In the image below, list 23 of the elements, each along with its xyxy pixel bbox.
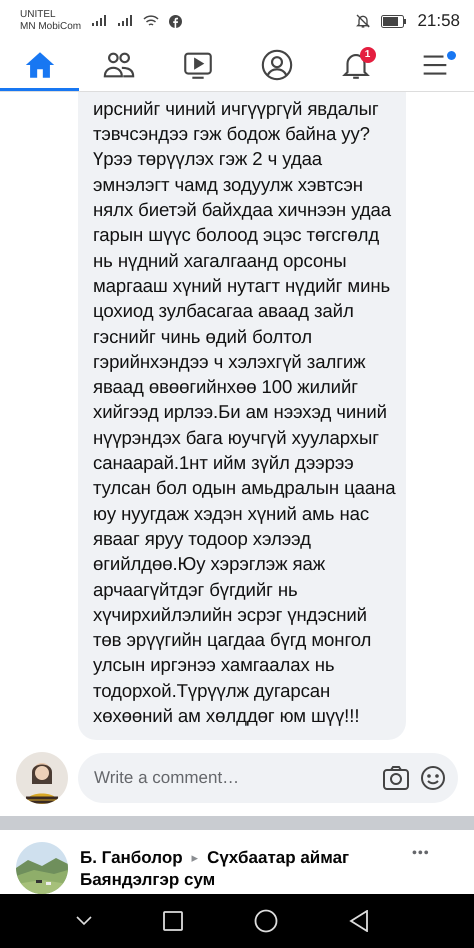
smiley-icon[interactable]	[420, 765, 446, 792]
carrier-name: MN MobiCom	[20, 21, 82, 34]
facebook-icon	[169, 14, 182, 28]
battery-icon	[381, 14, 408, 28]
wifi-icon	[143, 15, 160, 28]
signal-icon	[91, 15, 108, 28]
circle-icon[interactable]	[254, 908, 278, 933]
triangle-icon[interactable]	[348, 910, 368, 932]
clock-time: 21:58	[417, 11, 460, 32]
chevron-down-icon[interactable]	[76, 916, 92, 926]
carrier-name: UNITEL	[20, 9, 57, 22]
signal-icon	[117, 15, 134, 28]
notification-badge: 1	[360, 46, 376, 63]
bell-off-icon	[355, 13, 372, 30]
comment-text: ирснийг чиний ичгүүргүй явдалыг тэвчсэндээ гэж бодож байна уу? Үрээ төрүүлэх гэж 2 ч удаа эмнэлэгт чамд зодуулж хэвтсэн нялх биетэй байхдаа хичнээн удаа гарын шүүс болоод эцэс төгсгөлд нь нүдний хагалгаанд орсоны маргааш хүний нутагт нүдийг минь цохиод зулбасагаа аваад зайл гэснийг чинь өдий болтол гэрийнхэндээ ч хэлэхгүй залгиж яваад өвөөгийнхөө 100 жилийг хийгээд ирлээ.Би ам нээхэд чиний нүүрэндэх бага юучгүй хуулархыг санаарай.1нт ийм зүйл дээрээ тулсан бол одын амьдралын цаана юу нуугдаж хэдэн хүний амь нас явааг яруу тодоор хэлээд өгийлдөө.Юу хэрэглэж яаж арчаагүйтдэг бүгдийг нь хүчирхийлэлийн эсрэг үндэсний төв эрүүгийн цагдаа бүгд монгол улсын иргэнээ хамгаалах нь тодорхой.Түрүүлж дугарсан хөхөөний ам хөлддөг юм шүү!!!	[93, 96, 396, 728]
comment-bar[interactable]: Write a comment…	[78, 753, 458, 804]
post-heading[interactable]: Б. Ганболор ▸ Сүхбаатар аймаг Баяндэлгэр сум	[80, 842, 400, 891]
nav-tab[interactable]: 1	[316, 42, 395, 91]
camera-icon[interactable]	[382, 765, 410, 792]
square-icon[interactable]	[162, 910, 182, 931]
comment-field[interactable]: Write a comment…	[92, 767, 372, 790]
more-button[interactable]: •••	[412, 842, 430, 860]
profile-icon	[260, 48, 294, 82]
